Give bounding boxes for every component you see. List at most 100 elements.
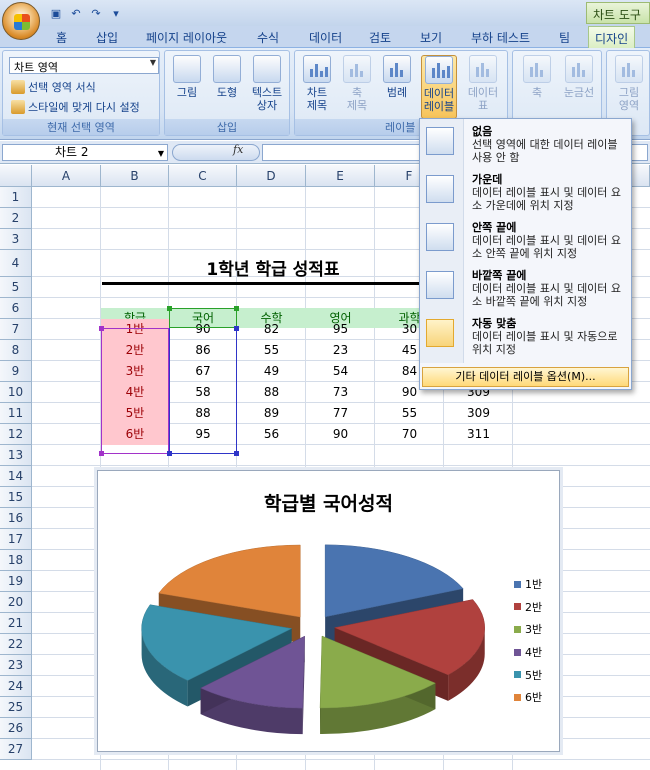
legend-item[interactable]: 5반 [514, 663, 542, 686]
legend-button[interactable]: 범례 [379, 55, 415, 99]
range-handle[interactable] [234, 451, 239, 456]
table-cell[interactable]: 23 [306, 340, 375, 361]
chart-element-select[interactable]: 차트 영역 ▼ [9, 57, 159, 74]
row-header[interactable]: 22 [0, 634, 32, 655]
legend-item[interactable]: 3반 [514, 618, 542, 641]
row-header[interactable]: 24 [0, 676, 32, 697]
more-data-label-options[interactable]: 기타 데이터 레이블 옵션(M)... [422, 367, 629, 387]
tab-design[interactable]: 디자인 [588, 26, 636, 48]
row-header[interactable]: 15 [0, 487, 32, 508]
range-handle[interactable] [167, 306, 172, 311]
customize-qat-icon[interactable]: ▾ [108, 5, 124, 21]
column-header-e[interactable]: E [306, 165, 375, 187]
row-header[interactable]: 12 [0, 424, 32, 445]
row-header[interactable]: 5 [0, 277, 32, 298]
table-cell[interactable]: 49 [237, 361, 306, 382]
pie-chart[interactable]: 학급별 국어성적 1반 2반 3반 4반 5반 6반 [97, 470, 560, 752]
legend-item[interactable]: 6반 [514, 686, 542, 709]
insert-picture-button[interactable]: 그림 [169, 55, 205, 99]
table-cell[interactable]: 54 [306, 361, 375, 382]
table-cell[interactable]: 95 [306, 319, 375, 340]
table-cell[interactable]: 311 [444, 424, 513, 445]
row-header[interactable]: 13 [0, 445, 32, 466]
row-header[interactable]: 6 [0, 298, 32, 319]
table-cell[interactable]: 82 [237, 319, 306, 340]
legend-item[interactable]: 1반 [514, 573, 542, 596]
row-header[interactable]: 14 [0, 466, 32, 487]
row-header[interactable]: 27 [0, 739, 32, 760]
row-header[interactable]: 4 [0, 250, 32, 277]
table-cell[interactable]: 309 [444, 403, 513, 424]
row-header[interactable]: 21 [0, 613, 32, 634]
table-cell[interactable]: 73 [306, 382, 375, 403]
insert-textbox-button[interactable]: 텍스트 상자 [249, 55, 285, 112]
chart-legend[interactable]: 1반 2반 3반 4반 5반 6반 [514, 573, 542, 709]
data-table-button[interactable]: 데이터 표 [465, 55, 501, 112]
row-header[interactable]: 7 [0, 319, 32, 340]
office-button[interactable] [2, 2, 40, 40]
row-header[interactable]: 3 [0, 229, 32, 250]
row-header[interactable]: 9 [0, 361, 32, 382]
tab-load-test[interactable]: 부하 테스트 [465, 29, 536, 46]
row-header[interactable]: 25 [0, 697, 32, 718]
range-handle[interactable] [167, 451, 172, 456]
row-header[interactable]: 8 [0, 340, 32, 361]
row-header[interactable]: 16 [0, 508, 32, 529]
column-header-d[interactable]: D [237, 165, 306, 187]
tab-home[interactable]: 홈 [50, 29, 73, 46]
row-header[interactable]: 11 [0, 403, 32, 424]
menu-item-outside-end[interactable]: 바깥쪽 끝에 데이터 레이블 표시 및 데이터 요소 바깥쪽 끝에 위치 지정 [420, 265, 631, 313]
table-cell[interactable]: 89 [237, 403, 306, 424]
tab-team[interactable]: 팀 [553, 29, 576, 46]
tab-page-layout[interactable]: 페이지 레이아웃 [140, 29, 233, 46]
range-handle[interactable] [99, 451, 104, 456]
chart-title-button[interactable]: 차트 제목 [299, 55, 335, 112]
menu-item-inside-end[interactable]: 안쪽 끝에 데이터 레이블 표시 및 데이터 요소 안쪽 끝에 위치 지정 [420, 217, 631, 265]
menu-item-none[interactable]: 없음 선택 영역에 대한 데이터 레이블 사용 안 함 [420, 121, 631, 169]
table-cell[interactable]: 77 [306, 403, 375, 424]
redo-icon[interactable]: ↷ [88, 5, 104, 21]
undo-icon[interactable]: ↶ [68, 5, 84, 21]
range-handle[interactable] [234, 326, 239, 331]
plot-area-button[interactable]: 그림 영역 [611, 55, 647, 112]
table-cell[interactable]: 55 [375, 403, 444, 424]
gridlines-button[interactable]: 눈금선 [559, 55, 599, 99]
row-header[interactable]: 19 [0, 571, 32, 592]
reset-style-button[interactable]: 스타일에 맞게 다시 설정 [11, 99, 140, 115]
column-header-c[interactable]: C [169, 165, 237, 187]
tab-insert[interactable]: 삽입 [90, 29, 124, 46]
pie-plot-area[interactable] [118, 516, 538, 766]
table-cell[interactable]: 88 [237, 382, 306, 403]
data-labels-button[interactable]: 데이터 레이블 [421, 55, 457, 119]
range-handle[interactable] [234, 306, 239, 311]
tab-view[interactable]: 보기 [414, 29, 448, 46]
table-cell[interactable]: 55 [237, 340, 306, 361]
table-cell[interactable]: 90 [306, 424, 375, 445]
save-icon[interactable]: ▣ [48, 5, 64, 21]
table-cell[interactable]: 56 [237, 424, 306, 445]
tab-data[interactable]: 데이터 [303, 29, 348, 46]
legend-item[interactable]: 2반 [514, 596, 542, 619]
format-selection-button[interactable]: 선택 영역 서식 [11, 79, 96, 95]
menu-item-best-fit[interactable]: 자동 맞춤 데이터 레이블 표시 및 자동으로 위치 지정 [420, 313, 631, 361]
chart-title[interactable]: 학급별 국어성적 [98, 489, 559, 516]
row-header[interactable]: 20 [0, 592, 32, 613]
select-all-corner[interactable] [0, 165, 32, 187]
insert-function-icon[interactable]: fx [233, 143, 243, 156]
column-header-b[interactable]: B [101, 165, 169, 187]
name-box[interactable]: 차트 2 ▼ [2, 144, 168, 161]
tab-formulas[interactable]: 수식 [251, 29, 285, 46]
column-header-a[interactable]: A [32, 165, 101, 187]
axis-titles-button[interactable]: 축 제목 [339, 55, 375, 112]
row-header[interactable]: 10 [0, 382, 32, 403]
range-handle[interactable] [99, 326, 104, 331]
sheet-title[interactable]: 1학년 학급 성적표 [102, 255, 444, 285]
menu-item-center[interactable]: 가운데 데이터 레이블 표시 및 데이터 요소 가운데에 위치 지정 [420, 169, 631, 217]
row-header[interactable]: 17 [0, 529, 32, 550]
row-header[interactable]: 2 [0, 208, 32, 229]
row-header[interactable]: 1 [0, 187, 32, 208]
row-header[interactable]: 18 [0, 550, 32, 571]
legend-item[interactable]: 4반 [514, 641, 542, 664]
row-header[interactable]: 26 [0, 718, 32, 739]
axes-button[interactable]: 축 [519, 55, 555, 99]
